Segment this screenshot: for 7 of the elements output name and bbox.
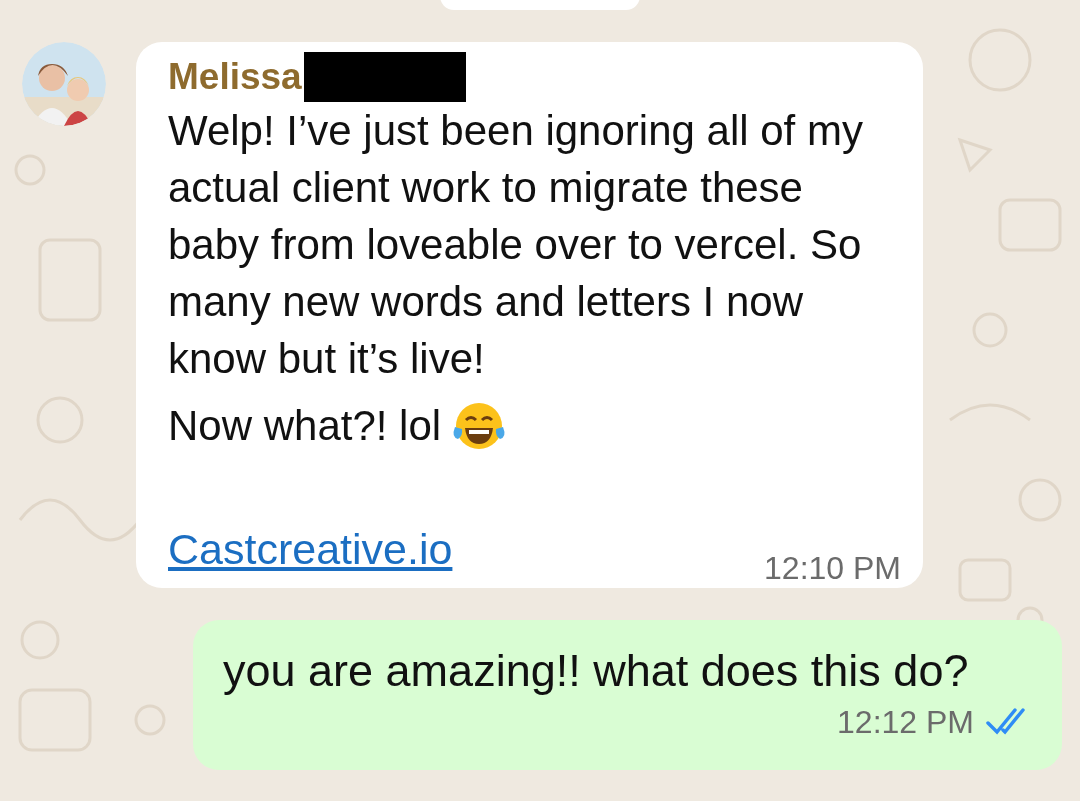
message-time: 12:12 PM bbox=[837, 704, 974, 740]
message-text: Now what?! lol bbox=[168, 401, 442, 451]
message-text: you are amazing!! what does this do? bbox=[223, 644, 970, 698]
message-link[interactable]: Castcreative.io bbox=[168, 524, 453, 574]
message-text: Welp! I’ve just been ignoring all of my actual client work to migrate these baby from loveable over to vercel. So many new words and letters I now know but it’s live! bbox=[168, 106, 864, 384]
message-time: 12:10 PM bbox=[764, 550, 901, 586]
sender-name: Melissa bbox=[168, 55, 302, 99]
